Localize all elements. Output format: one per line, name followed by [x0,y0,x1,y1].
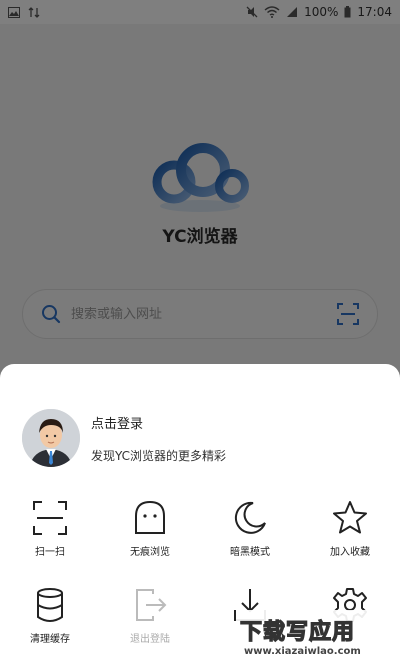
menu-item-clear-cache[interactable]: 清理缓存 [0,586,100,645]
menu-label: 暗黑模式 [230,547,270,558]
watermark-text: 下载写应用 [239,619,356,645]
logout-icon [136,589,167,621]
scan-icon [33,501,67,535]
avatar[interactable] [22,409,80,467]
menu-item-logout[interactable]: 退出登陆 [100,586,200,645]
menu-label: 加入收藏 [330,547,370,558]
menu-label: 退出登陆 [130,634,170,645]
database-icon [37,588,63,622]
star-icon [333,501,367,534]
moon-icon [234,501,266,534]
menu-label: 清理缓存 [30,634,70,645]
login-subtitle: 发现YC浏览器的更多精彩 [91,448,227,463]
watermark-url: www.xiazaiwlao.com [244,646,361,657]
menu-item-incognito[interactable]: 无痕浏览 [100,499,200,558]
login-profile[interactable]: 点击登录 发现YC浏览器的更多精彩 [22,409,226,467]
menu-label: 无痕浏览 [130,547,170,558]
ghost-icon [135,500,165,534]
menu-item-scan[interactable]: 扫一扫 [0,499,100,558]
menu-label: 扫一扫 [35,547,65,558]
menu-item-dark-mode[interactable]: 暗黑模式 [200,499,300,558]
watermark: 下载写应用 www.xiazaiwlao.com [236,610,400,666]
menu-item-add-favorite[interactable]: 加入收藏 [300,499,400,558]
login-label[interactable]: 点击登录 [91,413,226,432]
